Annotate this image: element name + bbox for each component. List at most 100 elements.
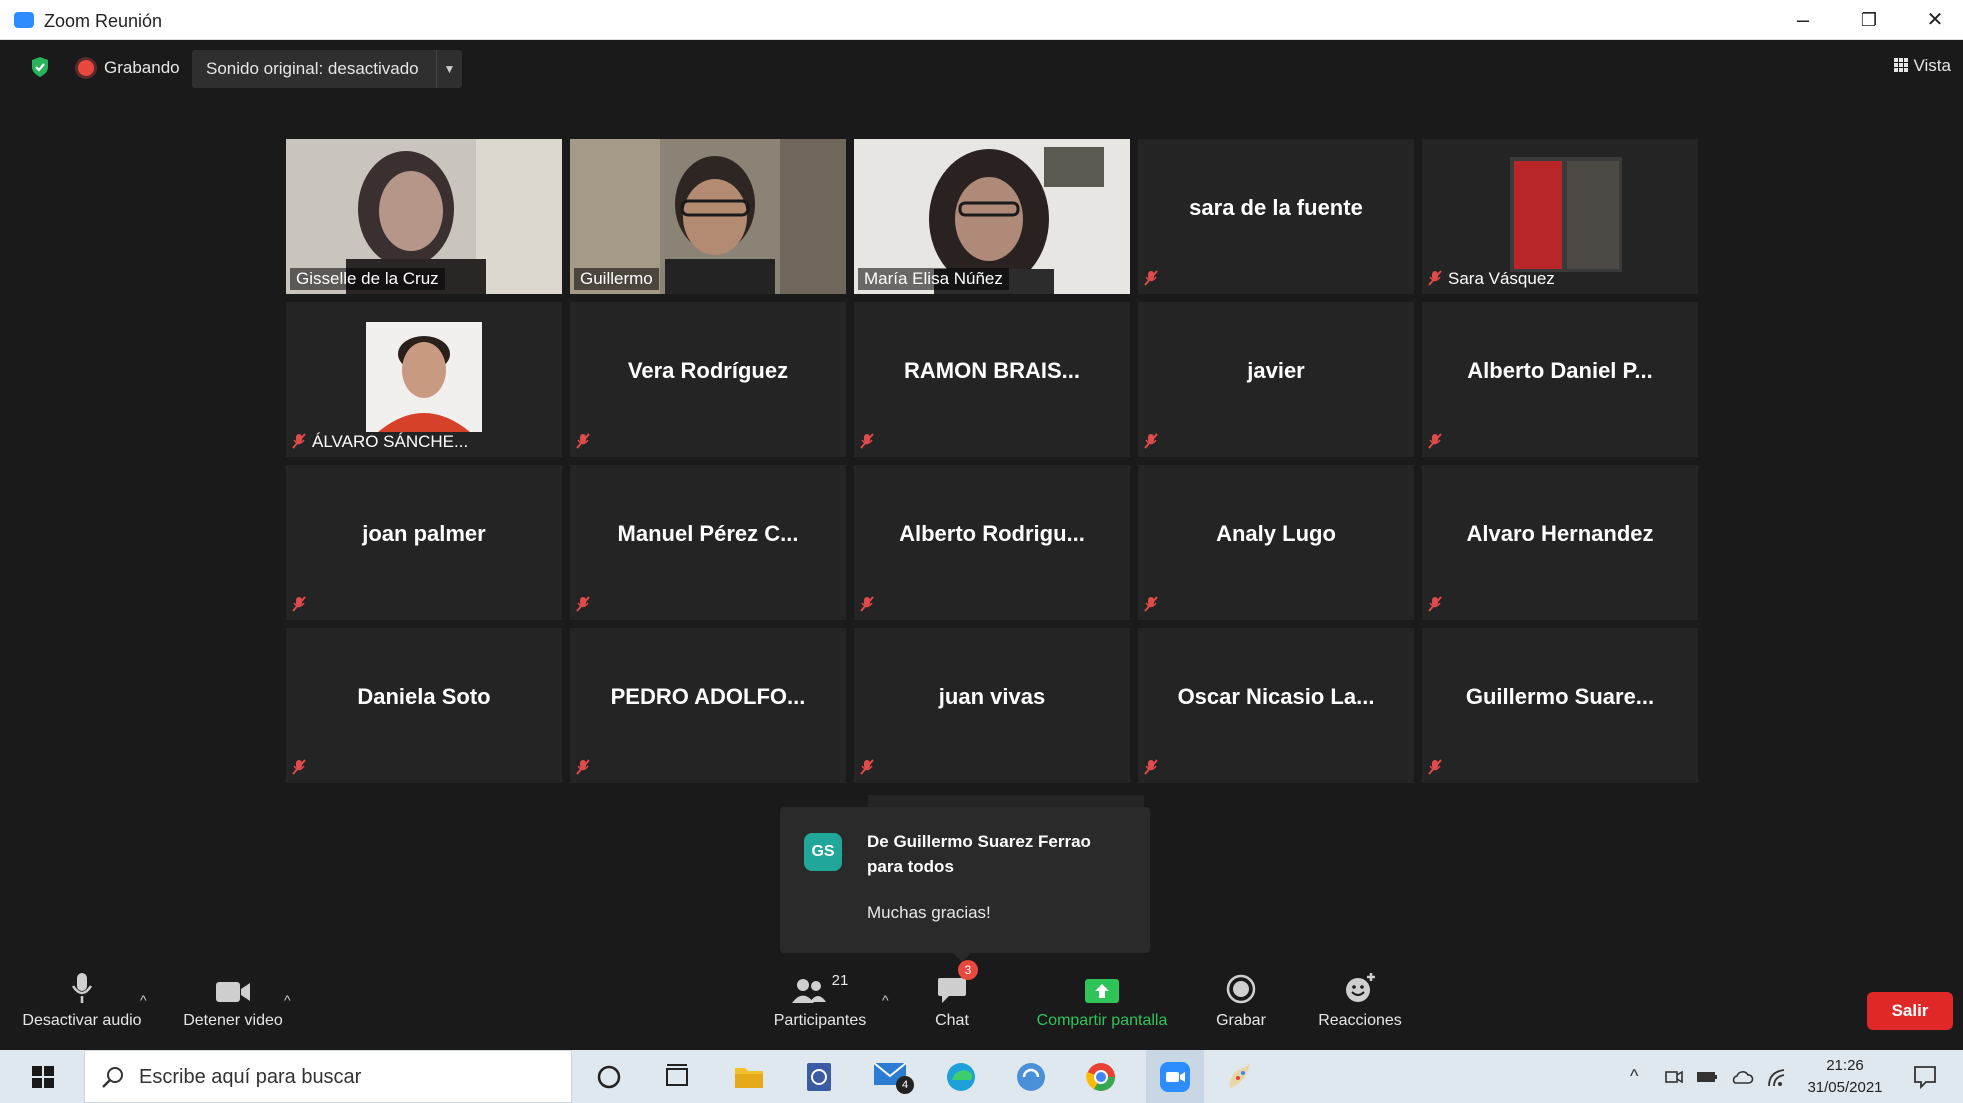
muted-mic-icon (1144, 270, 1158, 286)
muted-mic-icon (576, 596, 590, 612)
shield-icon[interactable] (30, 56, 50, 78)
mail-count-badge: 4 (896, 1076, 914, 1094)
participant-tile[interactable]: juan vivas (854, 628, 1130, 783)
windows-start-icon[interactable] (32, 1066, 54, 1088)
sync-app-icon[interactable] (1014, 1060, 1048, 1094)
mute-button[interactable]: Desactivar audio (20, 958, 144, 1050)
chat-icon (938, 978, 966, 1003)
paint-app-icon[interactable] (1224, 1060, 1258, 1094)
notifications-icon[interactable] (1912, 1064, 1938, 1090)
reactions-button[interactable]: Reacciones (1310, 958, 1410, 1050)
help-app-icon[interactable] (802, 1060, 836, 1094)
zoom-meeting-window: Grabando Sonido original: desactivado ▼ … (12, 40, 1963, 1050)
view-button[interactable]: Vista (1893, 56, 1951, 76)
chrome-icon[interactable] (1084, 1060, 1118, 1094)
participant-tile[interactable]: joan palmer (286, 465, 562, 620)
participant-tile[interactable]: Vera Rodríguez (570, 302, 846, 457)
mail-app[interactable]: 4 (872, 1058, 916, 1098)
restore-button[interactable]: ❐ (1846, 6, 1892, 34)
active-speaker-tile[interactable]: María Elisa Núñez (854, 139, 1130, 294)
task-view-icon[interactable] (660, 1060, 694, 1094)
participant-tile[interactable]: Manuel Pérez C... (570, 465, 846, 620)
participant-tile[interactable]: Oscar Nicasio La... (1138, 628, 1414, 783)
battery-icon[interactable] (1696, 1068, 1718, 1086)
muted-mic-icon (1144, 759, 1158, 775)
avatar: GS (804, 833, 842, 871)
stop-video-label: Detener video (183, 1012, 283, 1029)
record-button[interactable]: Grabar (1206, 958, 1276, 1050)
system-clock[interactable]: 21:26 31/05/2021 (1800, 1055, 1890, 1099)
original-sound-button[interactable]: Sonido original: desactivado ▼ (192, 50, 462, 88)
participants-icon (791, 979, 826, 1003)
participant-name: ÁLVARO SÁNCHE... (312, 432, 469, 451)
muted-mic-icon (1428, 596, 1442, 612)
participant-name: Alberto Daniel P... (1467, 357, 1653, 383)
mute-label: Desactivar audio (22, 1012, 142, 1029)
muted-mic-icon (1144, 433, 1158, 449)
muted-mic-icon (292, 433, 306, 449)
audio-options-chevron-icon[interactable]: ^ (140, 992, 147, 1008)
record-label: Grabar (1216, 1012, 1266, 1029)
participant-name-label: Sara Vásquez (1422, 268, 1561, 290)
participant-tile[interactable]: RAMON BRAIS... (854, 302, 1130, 457)
share-screen-button[interactable]: Compartir pantalla (1022, 958, 1182, 1050)
muted-mic-icon (1144, 596, 1158, 612)
participant-tile[interactable]: Gisselle de la Cruz (286, 139, 562, 294)
participant-name: Vera Rodríguez (627, 357, 789, 383)
participant-name: Alvaro Hernandez (1466, 520, 1654, 546)
participant-tile[interactable]: javier (1138, 302, 1414, 457)
zoom-taskbar-button[interactable] (1146, 1050, 1204, 1103)
participant-tile[interactable]: Analy Lugo (1138, 465, 1414, 620)
leave-meeting-button[interactable]: Salir (1867, 992, 1953, 1030)
participants-button[interactable]: 21 Participantes (760, 958, 880, 1050)
meet-now-icon[interactable] (1664, 1067, 1684, 1087)
participant-tile[interactable]: Guillermo (570, 139, 846, 294)
participant-tile[interactable]: Alberto Daniel P... (1422, 302, 1698, 457)
stop-video-button[interactable]: Detener video (178, 958, 288, 1050)
participant-name: Manuel Pérez C... (617, 520, 799, 546)
participant-name: javier (1247, 357, 1305, 383)
participant-tile[interactable]: Daniela Soto (286, 628, 562, 783)
chevron-down-icon[interactable]: ▼ (436, 50, 462, 88)
participants-options-chevron-icon[interactable]: ^ (882, 992, 889, 1008)
participant-name: Alberto Rodrigu... (899, 520, 1085, 546)
minimize-button[interactable]: – (1780, 6, 1826, 34)
cortana-icon[interactable] (592, 1060, 626, 1094)
file-explorer-icon[interactable] (732, 1060, 766, 1094)
participant-name: juan vivas (938, 683, 1046, 709)
participants-label: Participantes (773, 1012, 867, 1029)
muted-mic-icon (1428, 759, 1442, 775)
share-screen-label: Compartir pantalla (1036, 1012, 1168, 1029)
wifi-icon[interactable] (1766, 1066, 1788, 1088)
taskbar-search-box[interactable]: Escribe aquí para buscar (84, 1050, 572, 1103)
record-icon (1226, 974, 1256, 1004)
participant-tile[interactable]: Guillermo Suare... (1422, 628, 1698, 783)
original-sound-label: Sonido original: desactivado (206, 59, 419, 78)
muted-mic-icon (292, 596, 306, 612)
participant-tile[interactable]: PEDRO ADOLFO... (570, 628, 846, 783)
chat-notification[interactable]: GS De Guillermo Suarez Ferrao para todos… (780, 807, 1150, 962)
participant-tile[interactable]: ÁLVARO SÁNCHE... (286, 302, 562, 457)
show-hidden-icons-chevron-icon[interactable]: ^ (1630, 1066, 1638, 1087)
zoom-icon (1160, 1062, 1190, 1092)
meeting-controls: Desactivar audio ^ Detener video ^ 21 Pa… (12, 958, 1963, 1050)
windows-taskbar: Escribe aquí para buscar 4 ^ 21:26 31/05… (0, 1050, 1963, 1103)
muted-mic-icon (576, 759, 590, 775)
participant-tile[interactable]: Alberto Rodrigu... (854, 465, 1130, 620)
participant-tile[interactable]: Alvaro Hernandez (1422, 465, 1698, 620)
window-title: Zoom Reunión (44, 11, 163, 31)
participant-tile[interactable]: Sara Vásquez (1422, 139, 1698, 294)
video-options-chevron-icon[interactable]: ^ (284, 992, 291, 1008)
chat-button[interactable]: Chat 3 (922, 958, 982, 1050)
close-button[interactable]: ✕ (1912, 6, 1958, 34)
muted-mic-icon (1428, 433, 1442, 449)
onedrive-cloud-icon[interactable] (1730, 1068, 1754, 1086)
participant-tile[interactable]: sara de la fuente (1138, 139, 1414, 294)
grid-view-icon (1893, 58, 1908, 72)
recording-label[interactable]: Grabando (104, 58, 180, 78)
edge-browser-icon[interactable] (944, 1060, 978, 1094)
participant-name: sara de la fuente (1189, 194, 1363, 220)
muted-mic-icon (860, 433, 874, 449)
microphone-icon (71, 973, 93, 1003)
participant-name: Daniela Soto (357, 683, 491, 709)
